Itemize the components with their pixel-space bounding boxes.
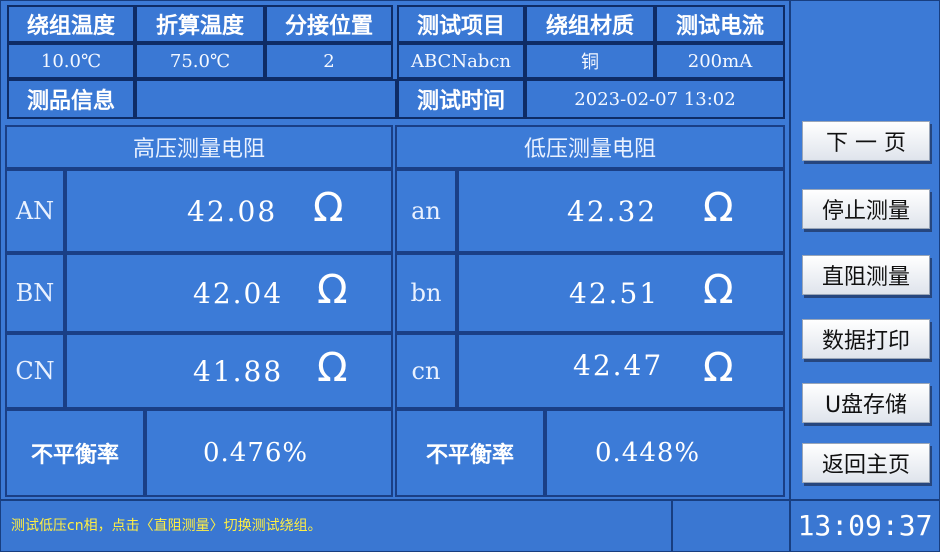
test-item-value: ABCNabcn xyxy=(397,43,525,79)
hv-imbalance-value: 0.476% xyxy=(203,438,309,468)
lv-section-title: 低压测量电阻 xyxy=(395,125,785,169)
tap-position-label: 分接位置 xyxy=(265,5,393,43)
clock-panel: 13:09:37 xyxy=(790,500,940,552)
lv-imbalance-cell: 0.448% xyxy=(545,409,785,497)
hv-phase-cn: CN xyxy=(5,333,65,409)
hv-value-an: 42.08 xyxy=(187,195,278,228)
test-time-label: 测试时间 xyxy=(397,79,525,119)
ohm-icon: Ω xyxy=(703,345,734,391)
sample-info-value xyxy=(135,79,397,119)
ohm-icon: Ω xyxy=(313,185,344,231)
lv-row-an: 42.32 Ω xyxy=(457,169,785,253)
converted-temp-value: 75.0℃ xyxy=(135,43,265,79)
hv-phase-an: AN xyxy=(5,169,65,253)
clock: 13:09:37 xyxy=(797,509,933,542)
ohm-icon: Ω xyxy=(703,185,734,231)
converted-temp-label: 折算温度 xyxy=(135,5,265,43)
hv-row-cn: 41.88 Ω xyxy=(65,333,393,409)
winding-temp-value: 10.0℃ xyxy=(7,43,135,79)
lv-phase-cn: cn xyxy=(395,333,457,409)
measurement-panel: 绕组温度 折算温度 分接位置 测试项目 绕组材质 测试电流 10.0℃ 75.0… xyxy=(0,0,790,500)
hv-imbalance-cell: 0.476% xyxy=(145,409,393,497)
test-item-label: 测试项目 xyxy=(397,5,525,43)
hv-row-bn: 42.04 Ω xyxy=(65,253,393,333)
lv-imbalance-label: 不平衡率 xyxy=(395,409,545,497)
ohm-icon: Ω xyxy=(703,267,734,313)
dc-resistance-button[interactable]: 直阻测量 xyxy=(802,255,930,295)
hv-value-cn: 41.88 xyxy=(193,355,284,388)
status-bar: 测试低压cn相，点击〈直阻测量〉切换测试绕组。 xyxy=(0,500,672,552)
sample-info-label: 测品信息 xyxy=(7,79,135,119)
tap-position-value: 2 xyxy=(265,43,393,79)
ohm-icon: Ω xyxy=(317,345,348,391)
lv-phase-bn: bn xyxy=(395,253,457,333)
next-page-button[interactable]: 下 一 页 xyxy=(802,121,930,161)
lv-value-bn: 42.51 xyxy=(569,277,660,310)
status-message: 测试低压cn相，点击〈直阻测量〉切换测试绕组。 xyxy=(11,518,322,534)
usb-save-button[interactable]: U盘存储 xyxy=(802,383,930,423)
lv-value-cn: 42.47 xyxy=(573,349,664,382)
winding-material-label: 绕组材质 xyxy=(525,5,655,43)
winding-material-value: 铜 xyxy=(525,43,655,79)
winding-temp-label: 绕组温度 xyxy=(7,5,135,43)
sidebar: 下 一 页 停止测量 直阻测量 数据打印 U盘存储 返回主页 xyxy=(790,0,940,500)
hv-value-bn: 42.04 xyxy=(193,277,284,310)
hv-imbalance-label: 不平衡率 xyxy=(5,409,145,497)
home-button[interactable]: 返回主页 xyxy=(802,443,930,483)
test-current-value: 200mA xyxy=(655,43,785,79)
lv-row-cn: 42.47 Ω xyxy=(457,333,785,409)
hv-phase-bn: BN xyxy=(5,253,65,333)
lv-row-bn: 42.51 Ω xyxy=(457,253,785,333)
lv-imbalance-value: 0.448% xyxy=(595,438,701,468)
hv-section-title: 高压测量电阻 xyxy=(5,125,393,169)
print-data-button[interactable]: 数据打印 xyxy=(802,319,930,359)
lv-phase-an: an xyxy=(395,169,457,253)
test-time-value: 2023-02-07 13:02 xyxy=(525,79,785,119)
ohm-icon: Ω xyxy=(317,267,348,313)
stop-measure-button[interactable]: 停止测量 xyxy=(802,189,930,229)
test-current-label: 测试电流 xyxy=(655,5,785,43)
hv-row-an: 42.08 Ω xyxy=(65,169,393,253)
lv-value-an: 42.32 xyxy=(567,195,658,228)
status-bar-blank xyxy=(672,500,790,552)
